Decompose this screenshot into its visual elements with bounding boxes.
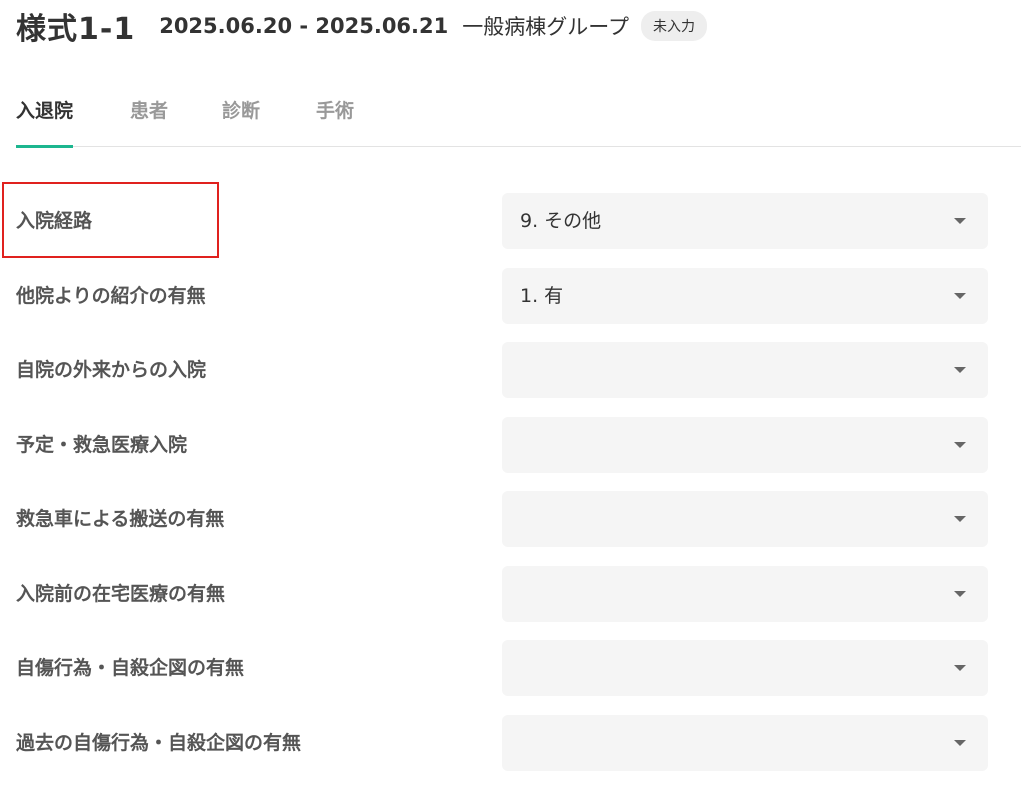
tab-patient[interactable]: 患者: [130, 96, 168, 145]
admission-route-select[interactable]: 9. その他: [502, 193, 988, 249]
field-row-self-harm: 自傷行為・自殺企図の有無: [0, 640, 1021, 696]
caret-down-icon: [954, 665, 966, 671]
caret-down-icon: [954, 591, 966, 597]
field-label: 他院よりの紹介の有無: [16, 285, 206, 307]
ambulance-select[interactable]: [502, 491, 988, 547]
field-label: 自傷行為・自殺企図の有無: [16, 657, 245, 679]
past-self-harm-select[interactable]: [502, 715, 988, 771]
tab-diagnosis[interactable]: 診断: [222, 96, 260, 145]
caret-down-icon: [954, 442, 966, 448]
form-name: 様式1-1: [16, 12, 136, 47]
page-header: 様式1-1 2025.06.20 - 2025.06.21 一般病棟グループ 未…: [16, 0, 707, 52]
field-label: 過去の自傷行為・自殺企図の有無: [16, 732, 302, 754]
field-label: 予定・救急医療入院: [16, 434, 188, 456]
field-row-home-care: 入院前の在宅医療の有無: [0, 566, 1021, 622]
field-row-past-self-harm: 過去の自傷行為・自殺企図の有無: [0, 715, 1021, 771]
tab-admission-discharge[interactable]: 入退院: [16, 96, 74, 148]
home-care-select[interactable]: [502, 566, 988, 622]
field-label: 入院経路: [16, 210, 93, 232]
caret-down-icon: [954, 740, 966, 746]
tab-bar: 入退院 患者 診断 手術: [16, 84, 1021, 148]
field-label: 自院の外来からの入院: [16, 359, 207, 381]
field-row-planned-emergency: 予定・救急医療入院: [0, 417, 1021, 473]
outpatient-admission-select[interactable]: [502, 342, 988, 398]
group-name: 一般病棟グループ: [462, 15, 629, 39]
field-row-admission-route: 入院経路 9. その他: [0, 193, 1021, 249]
field-row-outpatient-admission: 自院の外来からの入院: [0, 342, 1021, 398]
select-value: 9. その他: [520, 210, 602, 232]
select-value: 1. 有: [520, 285, 564, 307]
caret-down-icon: [954, 367, 966, 373]
date-range: 2025.06.20 - 2025.06.21: [159, 14, 449, 38]
tab-surgery[interactable]: 手術: [316, 96, 354, 145]
status-badge: 未入力: [641, 11, 707, 41]
caret-down-icon: [954, 293, 966, 299]
field-label: 入院前の在宅医療の有無: [16, 583, 226, 605]
planned-emergency-select[interactable]: [502, 417, 988, 473]
referral-select[interactable]: 1. 有: [502, 268, 988, 324]
self-harm-select[interactable]: [502, 640, 988, 696]
field-row-ambulance: 救急車による搬送の有無: [0, 491, 1021, 547]
caret-down-icon: [954, 218, 966, 224]
field-row-referral: 他院よりの紹介の有無 1. 有: [0, 268, 1021, 324]
caret-down-icon: [954, 516, 966, 522]
field-label: 救急車による搬送の有無: [16, 508, 225, 530]
